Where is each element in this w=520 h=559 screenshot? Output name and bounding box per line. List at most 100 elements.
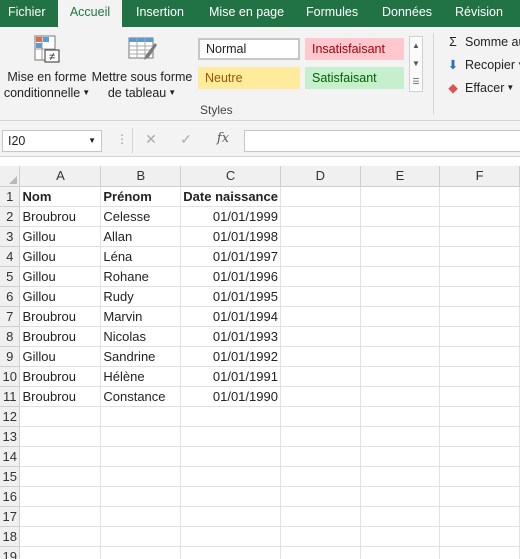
cell[interactable] [280,386,361,407]
cell[interactable] [280,186,361,207]
cell[interactable] [19,466,102,487]
cell[interactable] [100,446,182,467]
cell[interactable]: 01/01/1991 [180,366,281,387]
cell[interactable] [360,186,441,207]
cell[interactable] [439,406,520,427]
cell[interactable]: Broubrou [19,306,102,327]
cell[interactable] [280,426,361,447]
cell[interactable] [439,226,520,247]
cell[interactable] [19,446,102,467]
row-header[interactable]: 12 [0,406,21,427]
row-header[interactable]: 8 [0,326,21,347]
style-satisfaisant[interactable]: Satisfaisant [305,67,404,89]
cell[interactable] [280,546,361,559]
cell[interactable] [439,426,520,447]
cell[interactable] [439,506,520,527]
select-all-corner[interactable] [0,166,21,187]
cell[interactable] [439,266,520,287]
cell[interactable] [100,406,182,427]
cell[interactable]: Broubrou [19,206,102,227]
cell[interactable] [180,466,281,487]
row-header[interactable]: 14 [0,446,21,467]
cell[interactable] [360,466,441,487]
cell[interactable] [280,206,361,227]
row-header[interactable]: 10 [0,366,21,387]
cell[interactable] [439,186,520,207]
cell[interactable] [19,426,102,447]
cell[interactable] [280,366,361,387]
row-header[interactable]: 16 [0,486,21,507]
format-as-table-button[interactable]: Mettre sous forme de tableau ▼ [90,27,194,101]
cell[interactable] [180,486,281,507]
cell[interactable] [280,266,361,287]
cell[interactable]: Gillou [19,266,102,287]
cell[interactable] [439,546,520,559]
fill-button[interactable]: ⬇Recopier▼ [445,55,520,75]
cell[interactable] [360,226,441,247]
tab-accueil[interactable]: Accueil [58,0,122,27]
cell[interactable] [360,266,441,287]
cell[interactable]: 01/01/1993 [180,326,281,347]
cell[interactable] [439,286,520,307]
enter-check-icon[interactable]: ✓ [176,131,196,148]
row-header[interactable]: 19 [0,546,21,559]
cell[interactable]: 01/01/1998 [180,226,281,247]
cell[interactable] [439,246,520,267]
style-insatisfaisant[interactable]: Insatisfaisant [305,38,404,60]
cell[interactable] [360,446,441,467]
cell[interactable] [180,506,281,527]
cell[interactable] [100,546,182,559]
cell[interactable]: Léna [100,246,182,267]
row-header[interactable]: 2 [0,206,21,227]
cell[interactable] [439,466,520,487]
cell[interactable]: Nom [19,186,102,207]
cell[interactable] [180,406,281,427]
tab-mise-en-page[interactable]: Mise en page [201,0,292,27]
row-header[interactable]: 11 [0,386,21,407]
style-neutre[interactable]: Neutre [198,67,300,89]
cell[interactable] [100,526,182,547]
cell[interactable] [280,286,361,307]
cell[interactable]: Rohane [100,266,182,287]
cell[interactable]: 01/01/1999 [180,206,281,227]
column-header-b[interactable]: B [100,166,182,187]
cell[interactable] [180,526,281,547]
row-header[interactable]: 9 [0,346,21,367]
formula-bar-grip-icon[interactable]: ⋮ [116,132,128,146]
cell[interactable] [360,526,441,547]
cell[interactable]: Nicolas [100,326,182,347]
insert-function-button[interactable]: fx [213,131,233,146]
cell[interactable] [360,426,441,447]
cell[interactable]: Gillou [19,346,102,367]
cell[interactable] [280,506,361,527]
row-header[interactable]: 4 [0,246,21,267]
cell[interactable]: 01/01/1994 [180,306,281,327]
tab-insertion[interactable]: Insertion [128,0,192,27]
cell[interactable] [360,246,441,267]
cell[interactable]: 01/01/1992 [180,346,281,367]
cell[interactable] [280,526,361,547]
cell[interactable] [100,426,182,447]
cell[interactable] [280,306,361,327]
cell[interactable]: Hélène [100,366,182,387]
cell[interactable]: 01/01/1997 [180,246,281,267]
cell[interactable] [100,486,182,507]
cell[interactable] [100,506,182,527]
cell[interactable]: Constance [100,386,182,407]
cell[interactable]: Date naissance [180,186,281,207]
column-header-e[interactable]: E [360,166,441,187]
clear-button[interactable]: ◆ Effacer ▼ [445,78,514,98]
row-header[interactable]: 6 [0,286,21,307]
cell[interactable]: Rudy [100,286,182,307]
cell[interactable]: Broubrou [19,326,102,347]
row-header[interactable]: 5 [0,266,21,287]
cell[interactable] [360,486,441,507]
cell[interactable] [360,546,441,559]
cell[interactable] [280,346,361,367]
cell[interactable] [439,306,520,327]
cell[interactable] [19,546,102,559]
cell[interactable]: 01/01/1995 [180,286,281,307]
cell[interactable] [180,546,281,559]
cell[interactable]: Gillou [19,226,102,247]
cell[interactable] [360,286,441,307]
